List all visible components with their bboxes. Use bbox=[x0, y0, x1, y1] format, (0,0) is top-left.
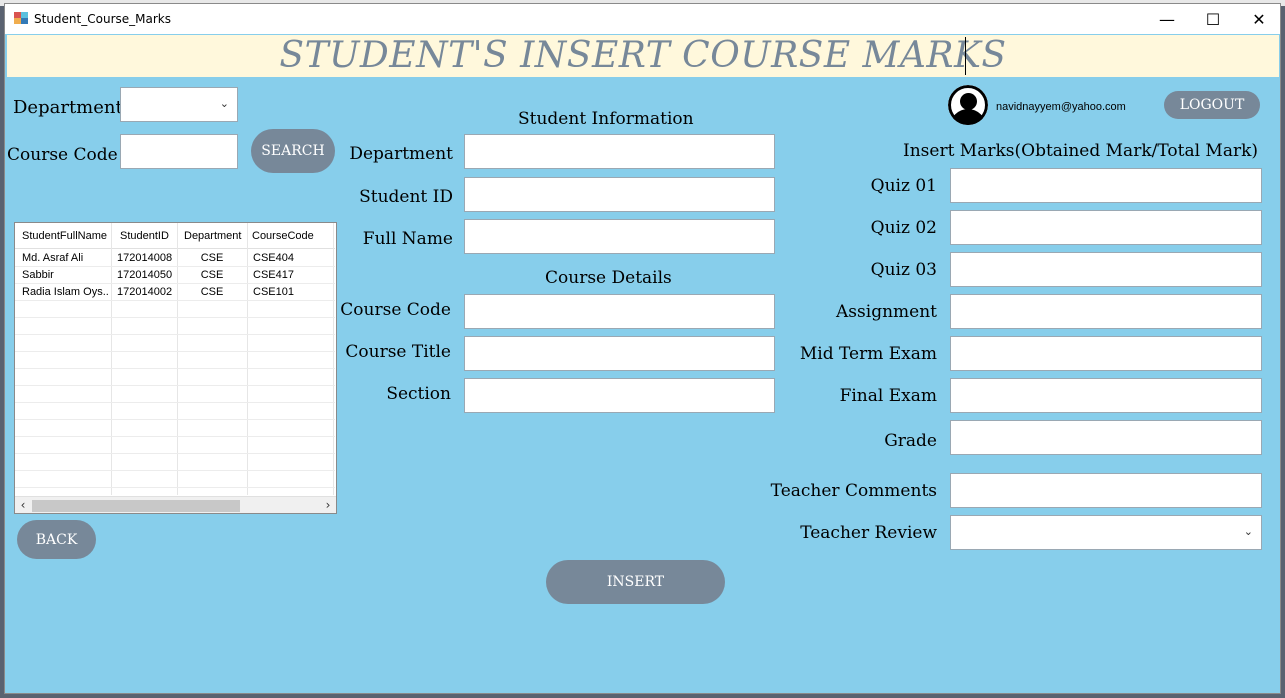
grid-cell: Md. Asraf Ali bbox=[22, 252, 84, 264]
course-code-label: Course Code bbox=[340, 300, 451, 320]
grid-cell: Sabbir bbox=[22, 269, 54, 281]
quiz-2-label: Quiz 02 bbox=[870, 218, 937, 238]
course-code-field[interactable] bbox=[464, 294, 775, 329]
full-name-field[interactable] bbox=[464, 219, 775, 254]
banner: STUDENT'S INSERT COURSE MARKS bbox=[7, 35, 1279, 77]
grid-col-header[interactable]: Department bbox=[184, 230, 248, 242]
teacher-review-label: Teacher Review bbox=[800, 523, 937, 543]
course-title-label: Course Title bbox=[345, 342, 451, 362]
grid-cell: CSE bbox=[200, 269, 224, 281]
grid-cell: CSE417 bbox=[253, 269, 294, 281]
grid-col-header[interactable]: StudentID bbox=[120, 230, 180, 242]
grid-cell: CSE101 bbox=[253, 286, 294, 298]
title-bar: Student_Course_Marks — ☐ ✕ bbox=[5, 4, 1280, 34]
grid-horizontal-scrollbar[interactable]: ‹ › bbox=[15, 496, 336, 513]
window-title: Student_Course_Marks bbox=[34, 12, 171, 26]
grid-cell: 172014050 bbox=[117, 269, 173, 281]
chevron-down-icon: ⌄ bbox=[1243, 525, 1253, 538]
section-field[interactable] bbox=[464, 378, 775, 413]
assignment-field[interactable] bbox=[950, 294, 1262, 329]
grade-field[interactable] bbox=[950, 420, 1262, 455]
chevron-down-icon: ⌄ bbox=[219, 97, 229, 110]
user-email: navidnayyem@yahoo.com bbox=[996, 101, 1126, 113]
grid-cell: CSE404 bbox=[253, 252, 294, 264]
insert-button[interactable]: INSERT bbox=[546, 560, 725, 604]
section-label: Section bbox=[386, 384, 451, 404]
app-icon bbox=[14, 12, 28, 24]
scroll-left-icon[interactable]: ‹ bbox=[16, 497, 30, 513]
search-department-select[interactable]: ⌄ bbox=[120, 87, 238, 122]
assignment-label: Assignment bbox=[836, 302, 937, 322]
student-info-header: Student Information bbox=[518, 109, 694, 129]
final-exam-label: Final Exam bbox=[839, 386, 937, 406]
user-avatar-icon bbox=[948, 85, 988, 125]
quiz-3-label: Quiz 03 bbox=[870, 260, 937, 280]
search-course-code-label: Course Code bbox=[7, 145, 118, 165]
final-exam-field[interactable] bbox=[950, 378, 1262, 413]
search-course-code-input[interactable] bbox=[120, 134, 238, 169]
mid-term-label: Mid Term Exam bbox=[799, 344, 937, 364]
teacher-comments-field[interactable] bbox=[950, 473, 1262, 508]
grid-header: StudentFullName StudentID Department Cou… bbox=[15, 223, 335, 249]
quiz-1-field[interactable] bbox=[950, 168, 1262, 203]
quiz-1-label: Quiz 01 bbox=[870, 176, 937, 196]
grade-label: Grade bbox=[884, 431, 937, 451]
grid-cell: 172014008 bbox=[117, 252, 173, 264]
student-id-label: Student ID bbox=[359, 187, 453, 207]
mid-term-field[interactable] bbox=[950, 336, 1262, 371]
full-name-label: Full Name bbox=[362, 229, 453, 249]
logout-button[interactable]: LOGOUT bbox=[1164, 91, 1260, 119]
student-department-label: Department bbox=[349, 144, 453, 164]
scrollbar-thumb[interactable] bbox=[32, 500, 240, 512]
scroll-right-icon[interactable]: › bbox=[321, 497, 335, 513]
banner-title: STUDENT'S INSERT COURSE MARKS bbox=[279, 35, 1007, 76]
grid-cell: CSE bbox=[200, 252, 224, 264]
minimize-icon[interactable]: — bbox=[1144, 4, 1190, 34]
student-grid[interactable]: StudentFullName StudentID Department Cou… bbox=[14, 222, 337, 514]
quiz-2-field[interactable] bbox=[950, 210, 1262, 245]
close-icon[interactable]: ✕ bbox=[1236, 4, 1282, 34]
grid-cell: Radia Islam Oys... bbox=[22, 286, 108, 298]
grid-cell: 172014002 bbox=[117, 286, 173, 298]
maximize-icon[interactable]: ☐ bbox=[1190, 4, 1236, 34]
teacher-review-select[interactable]: ⌄ bbox=[950, 515, 1262, 550]
back-button[interactable]: BACK bbox=[17, 520, 96, 559]
app-window: Student_Course_Marks — ☐ ✕ STUDENT'S INS… bbox=[4, 3, 1281, 694]
student-id-field[interactable] bbox=[464, 177, 775, 212]
grid-cell: CSE bbox=[200, 286, 224, 298]
student-department-field[interactable] bbox=[464, 134, 775, 169]
teacher-comments-label: Teacher Comments bbox=[770, 481, 937, 501]
text-caret bbox=[965, 37, 966, 75]
grid-col-header[interactable]: StudentFullName bbox=[22, 230, 112, 242]
course-details-header: Course Details bbox=[545, 268, 672, 288]
course-title-field[interactable] bbox=[464, 336, 775, 371]
search-department-label: Department bbox=[13, 97, 123, 118]
marks-header: Insert Marks(Obtained Mark/Total Mark) bbox=[903, 141, 1259, 161]
quiz-3-field[interactable] bbox=[950, 252, 1262, 287]
